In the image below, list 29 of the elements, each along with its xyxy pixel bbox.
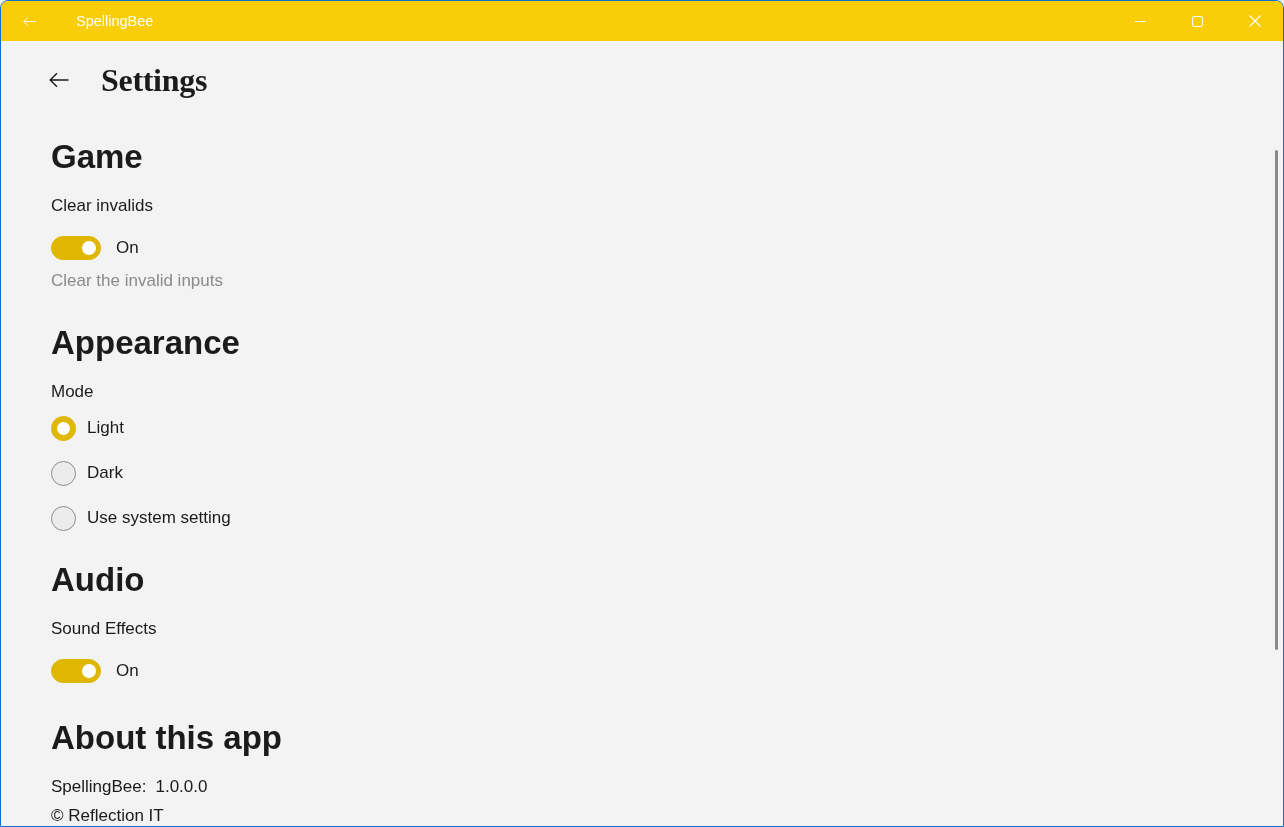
page-title: Settings bbox=[101, 61, 208, 100]
section-heading: About this app bbox=[51, 718, 283, 758]
section-heading: Game bbox=[51, 137, 144, 177]
setting-label: Clear invalids bbox=[51, 195, 155, 217]
minimize-icon bbox=[1135, 20, 1146, 22]
setting-label: Sound Effects bbox=[51, 618, 158, 640]
window-title: SpellingBee bbox=[76, 12, 154, 31]
toggle-switch[interactable] bbox=[51, 236, 101, 260]
radio-label[interactable]: Use system setting bbox=[87, 506, 231, 530]
close-icon bbox=[1248, 15, 1261, 27]
maximize-icon bbox=[1192, 15, 1203, 27]
setting-label: Mode bbox=[51, 381, 95, 403]
section-heading: Audio bbox=[51, 560, 146, 600]
copyright-text: © Reflection IT bbox=[51, 807, 165, 825]
radio-label[interactable]: Light bbox=[87, 416, 124, 440]
app-name-label: SpellingBee: bbox=[51, 776, 147, 798]
radio-button[interactable] bbox=[51, 505, 76, 531]
setting-description: Clear the invalid inputs bbox=[51, 270, 224, 292]
back-arrow-icon bbox=[23, 15, 36, 27]
radio-button[interactable] bbox=[51, 415, 76, 441]
toggle-state-text: On bbox=[116, 660, 139, 682]
section-heading: Appearance bbox=[51, 323, 241, 363]
scrollbar[interactable] bbox=[1275, 150, 1278, 650]
back-arrow-icon bbox=[49, 72, 69, 88]
radio-label[interactable]: Dark bbox=[87, 461, 123, 485]
radio-button[interactable] bbox=[51, 460, 76, 486]
toggle-state-text: On bbox=[116, 237, 139, 259]
version-number: 1.0.0.0 bbox=[155, 776, 208, 798]
toggle-switch[interactable] bbox=[51, 659, 101, 683]
